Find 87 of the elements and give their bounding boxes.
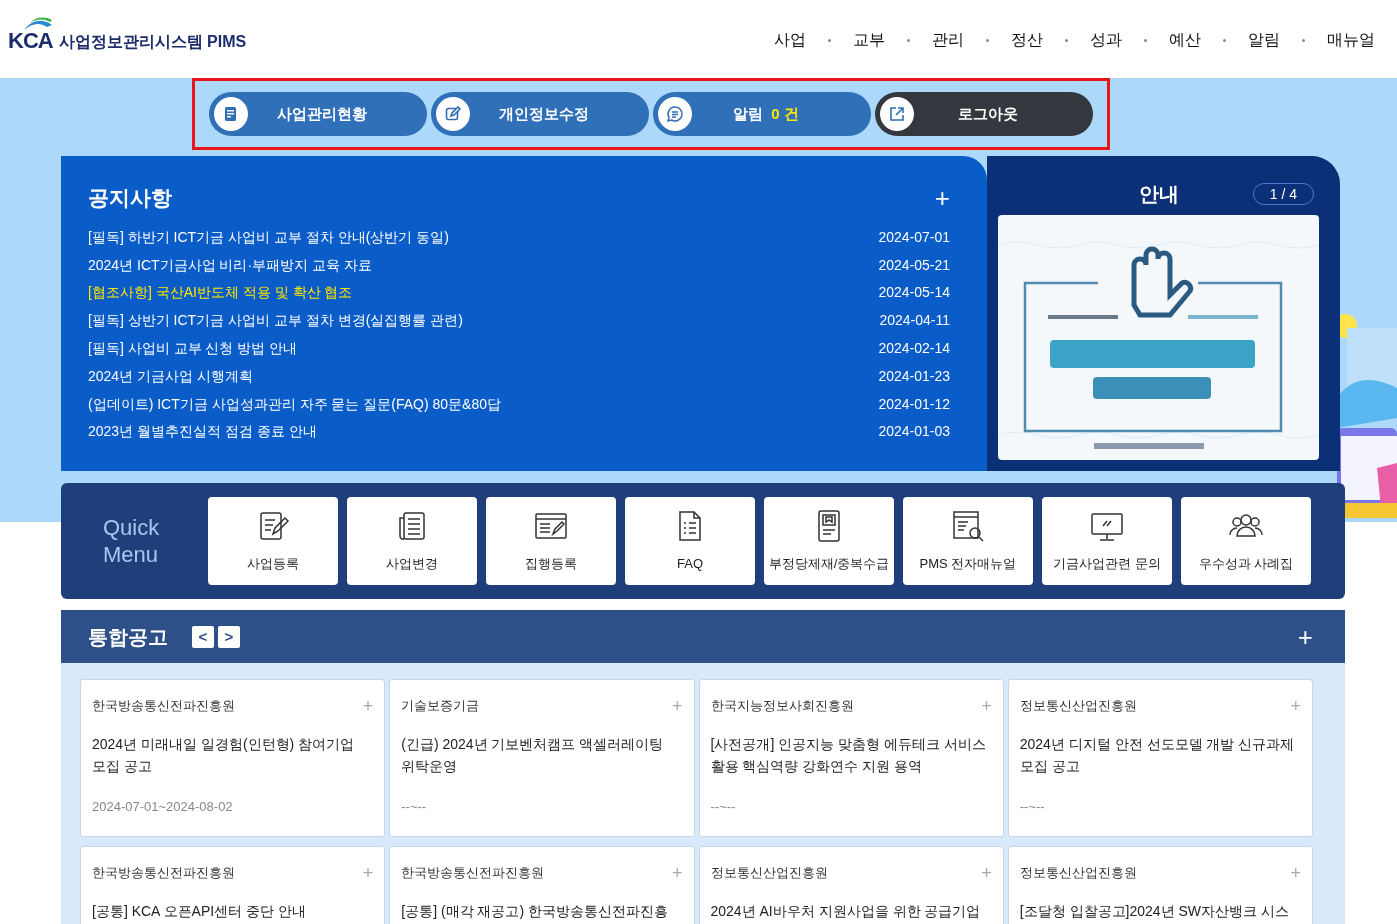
announcement-card[interactable]: 기술보증기금 + (긴급) 2024년 기보벤처캠프 액셀러레이팅 위탁운영 --~--: [389, 679, 695, 837]
nav-link[interactable]: 관리: [932, 28, 964, 52]
system-name: 사업정보관리시스템 PIMS: [58, 32, 247, 52]
plus-icon: +: [981, 696, 992, 715]
action-button[interactable]: 개인정보수정: [430, 92, 649, 136]
notice-link[interactable]: 2023년 월별추진실적 점검 종료 안내: [88, 421, 317, 443]
notice-link[interactable]: [협조사항] 국산AI반도체 적용 및 확산 협조: [88, 282, 353, 304]
organization-name: 한국방송통신전파진흥원: [92, 697, 235, 715]
announcement-period: --~--: [1019, 797, 1046, 816]
announcement-period: --~--: [710, 797, 737, 816]
plus-icon: +: [1290, 696, 1301, 715]
previous-button[interactable]: <: [192, 625, 214, 648]
announcement-period: 2024-07-01~2024-08-02: [92, 797, 234, 816]
organization-name: 정보통신산업진흥원: [1019, 864, 1137, 882]
plus-icon: +: [362, 696, 374, 715]
panel-title: 안내: [1139, 182, 1180, 207]
nav-link[interactable]: 예산: [1169, 28, 1201, 52]
notice-date: 2024-01-23: [878, 366, 950, 386]
quick-menu-item[interactable]: 사업등록: [208, 497, 338, 585]
notice-link[interactable]: 2024년 기금사업 시행계획: [88, 365, 253, 387]
quick-menu-item[interactable]: 사업변경: [347, 497, 477, 585]
organization-name: 기술보증기금: [401, 697, 480, 715]
quick-menu-item[interactable]: 우수성과 사례집: [1181, 497, 1311, 585]
organization-name: 한국지능정보사회진흥원: [710, 697, 854, 715]
organization-name: 정보통신산업진흥원: [1019, 697, 1137, 715]
panel-title: 통합공고: [88, 624, 168, 650]
announcement-title: 2024년 디지털 안전 선도모델 개발 신규과제 모집 공고: [1019, 734, 1296, 776]
notice-link[interactable]: (업데이트) ICT기금 사업성과관리 자주 묻는 질문(FAQ) 80문&80답: [88, 393, 502, 415]
announcement-title: (긴급) 2024년 기보벤처캠프 액셀러레이팅 위탁운영: [401, 734, 665, 776]
logo-icon: [24, 15, 52, 30]
nav-link[interactable]: 알림: [1248, 28, 1280, 52]
action-button[interactable]: 사업관리현황: [208, 92, 427, 136]
quick-menu-item[interactable]: FAQ: [625, 497, 755, 585]
quick-menu-item[interactable]: PMS 전자매뉴얼: [903, 497, 1033, 585]
plus-icon: +: [672, 696, 683, 715]
announcement-card[interactable]: 한국방송통신전파진흥원 + [공통] KCA 오픈API센터 중단 안내: [80, 846, 386, 924]
quick-menu-item[interactable]: 기금사업관련 문의: [1042, 497, 1172, 585]
announcement-period: --~--: [401, 797, 428, 816]
plus-icon: +: [1290, 863, 1301, 882]
quick-menu-title: Quick Menu: [103, 514, 161, 568]
next-button[interactable]: >: [218, 625, 240, 648]
edit-icon: [443, 105, 462, 123]
announcement-title: [조달청 입찰공고]2024년 SW자산뱅크 시스: [1019, 901, 1290, 921]
notice-link[interactable]: [필독] 사업비 교부 신청 방법 안내: [88, 338, 298, 360]
external-link-icon: [887, 105, 906, 123]
announcement-card[interactable]: 한국지능정보사회진흥원 + [사전공개] 인공지능 맞춤형 에듀테크 서비스 활용 핵심역량 강화연수 지원 용역 --~--: [698, 679, 1004, 837]
announcement-card[interactable]: 정보통신산업진흥원 + 2024년 디지털 안전 선도모델 개발 신규과제 모집 공고 --~--: [1007, 679, 1313, 837]
notice-date: 2024-05-14: [878, 283, 950, 303]
alert-count: 0 건: [771, 104, 799, 122]
nav-link[interactable]: 정산: [1011, 28, 1043, 52]
notice-date: 2024-01-03: [878, 422, 950, 442]
organization-name: 한국방송통신전파진흥원: [401, 864, 545, 882]
nav-link[interactable]: 성과: [1090, 28, 1122, 52]
notice-date: 2024-05-21: [878, 255, 950, 275]
organization-name: 정보통신산업진흥원: [710, 864, 828, 882]
quick-menu-item[interactable]: 집행등록: [486, 497, 616, 585]
quick-menu-item[interactable]: 부정당제재/중복수급: [764, 497, 894, 585]
more-button[interactable]: +: [934, 184, 950, 211]
notice-date: 2024-04-11: [879, 311, 950, 331]
notice-date: 2024-07-01: [878, 227, 950, 247]
plus-icon: +: [981, 863, 992, 882]
announcement-title: 2024년 미래내일 일경험(인턴형) 참여기업 모집 공고: [92, 734, 356, 776]
notice-link[interactable]: 2024년 ICT기금사업 비리·부패방지 교육 자료: [88, 254, 372, 276]
announcement-card[interactable]: 정보통신산업진흥원 + 2024년 AI바우처 지원사업을 위한 공급기업: [698, 846, 1004, 924]
chat-icon: [665, 105, 684, 123]
logo-text[interactable]: KCA: [8, 27, 53, 53]
more-button[interactable]: +: [1297, 623, 1313, 650]
action-button[interactable]: 알림 0 건: [652, 92, 871, 136]
announcement-title: [공통] KCA 오픈API센터 중단 안내: [92, 901, 307, 921]
plus-icon: +: [672, 863, 683, 882]
logout-button[interactable]: 로그아웃: [874, 92, 1093, 136]
announcement-title: [사전공개] 인공지능 맞춤형 에듀테크 서비스 활용 핵심역량 강화연수 지원 용역: [710, 734, 987, 776]
notice-date: 2024-02-14: [878, 339, 950, 359]
nav-link[interactable]: 사업: [774, 28, 806, 52]
notice-date: 2024-01-12: [878, 394, 950, 414]
nav-link[interactable]: 매뉴얼: [1327, 28, 1375, 52]
announcement-card[interactable]: 한국방송통신전파진흥원 + 2024년 미래내일 일경험(인턴형) 참여기업 모집 공고 2024-07-01~2024-08-02: [80, 679, 386, 837]
organization-name: 한국방송통신전파진흥원: [92, 864, 235, 882]
panel-title: 공지사항: [88, 185, 172, 211]
plus-icon: +: [362, 863, 374, 882]
notice-link[interactable]: [필독] 상반기 ICT기금 사업비 교부 절차 변경(실집행률 관련): [88, 310, 463, 332]
notice-link[interactable]: [필독] 하반기 ICT기금 사업비 교부 절차 안내(상반기 동일): [88, 226, 449, 248]
announcement-card[interactable]: 정보통신산업진흥원 + [조달청 입찰공고]2024년 SW자산뱅크 시스: [1007, 846, 1313, 924]
announcement-title: [공통] (매각 재공고) 한국방송통신전파진흥: [401, 901, 670, 921]
announcement-card[interactable]: 한국방송통신전파진흥원 + [공통] (매각 재공고) 한국방송통신전파진흥: [389, 846, 695, 924]
announcement-title: 2024년 AI바우처 지원사업을 위한 공급기업: [710, 901, 982, 921]
nav-link[interactable]: 교부: [853, 28, 885, 52]
